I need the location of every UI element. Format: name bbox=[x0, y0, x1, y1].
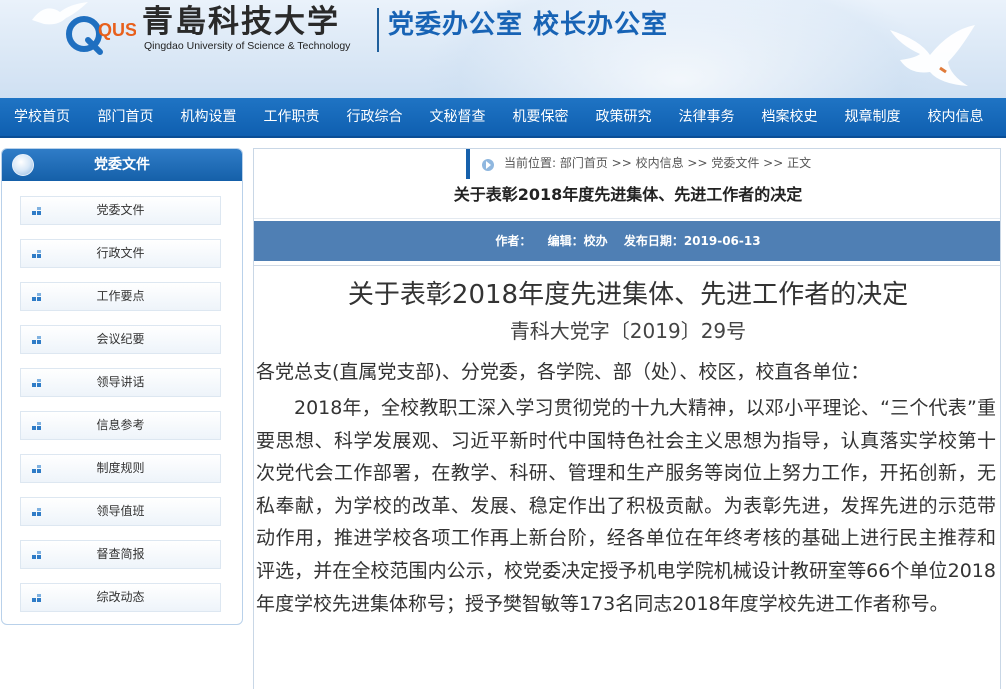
bullet-squares-icon bbox=[32, 508, 41, 516]
sidebar-item-label: 党委文件 bbox=[96, 203, 145, 217]
nav-item-home[interactable]: 学校首页 bbox=[0, 98, 84, 136]
site-header: QUST 青島科技大学 Qingdao University of Scienc… bbox=[0, 0, 1006, 98]
sidebar-item-speeches[interactable]: 领导讲话 bbox=[20, 368, 221, 397]
meta-date: 发布日期：2019-06-13 bbox=[623, 234, 761, 248]
nav-item-regulations[interactable]: 规章制度 bbox=[831, 98, 914, 136]
sidebar-item-work-points[interactable]: 工作要点 bbox=[20, 282, 221, 311]
breadcrumb-text[interactable]: 当前位置: 部门首页 >> 校内信息 >> 党委文件 >> 正文 bbox=[504, 156, 811, 170]
article-panel: 当前位置: 部门首页 >> 校内信息 >> 党委文件 >> 正文 关于表彰201… bbox=[253, 148, 1001, 689]
sidebar-item-label: 工作要点 bbox=[96, 289, 145, 303]
sidebar-item-label: 领导值班 bbox=[96, 504, 145, 518]
sidebar-item-inspection[interactable]: 督查简报 bbox=[20, 540, 221, 569]
sidebar-item-minutes[interactable]: 会议纪要 bbox=[20, 325, 221, 354]
bullet-squares-icon bbox=[32, 551, 41, 559]
sidebar-title: 党委文件 bbox=[94, 157, 150, 173]
sidebar-item-label: 制度规则 bbox=[96, 461, 145, 475]
sidebar-item-label: 领导讲话 bbox=[96, 375, 145, 389]
article-meta-bar: 作者： 编辑：校办 发布日期：2019-06-13 bbox=[254, 221, 1000, 261]
nav-item-duties[interactable]: 工作职责 bbox=[250, 98, 333, 136]
nav-item-secretary[interactable]: 文秘督查 bbox=[416, 98, 499, 136]
main-nav: 学校首页 部门首页 机构设置 工作职责 行政综合 文秘督查 机要保密 政策研究 … bbox=[0, 98, 1006, 138]
bullet-squares-icon bbox=[32, 207, 41, 215]
sidebar-item-info-ref[interactable]: 信息参考 bbox=[20, 411, 221, 440]
bullet-squares-icon bbox=[32, 250, 41, 258]
divider bbox=[254, 265, 1000, 266]
bullet-squares-icon bbox=[32, 293, 41, 301]
nav-item-legal[interactable]: 法律事务 bbox=[665, 98, 748, 136]
sidebar-list: 党委文件 行政文件 工作要点 会议纪要 领导讲话 信息参考 制度规则 领导值班 bbox=[2, 181, 242, 612]
nav-item-campus-info[interactable]: 校内信息 bbox=[914, 98, 997, 136]
breadcrumb: 当前位置: 部门首页 >> 校内信息 >> 党委文件 >> 正文 bbox=[464, 151, 811, 175]
sidebar-item-label: 督查简报 bbox=[96, 547, 145, 561]
school-name-cn: 青島科技大学 bbox=[142, 4, 340, 40]
bullet-squares-icon bbox=[32, 465, 41, 473]
nav-item-dept-home[interactable]: 部门首页 bbox=[84, 98, 167, 136]
meta-author: 作者： bbox=[495, 234, 532, 248]
nav-item-confidential[interactable]: 机要保密 bbox=[499, 98, 582, 136]
sidebar-item-duty-roster[interactable]: 领导值班 bbox=[20, 497, 221, 526]
department-title: 党委办公室 校长办公室 bbox=[388, 10, 669, 40]
sidebar-item-label: 信息参考 bbox=[96, 418, 145, 432]
header-divider bbox=[377, 8, 379, 52]
sidebar-item-rules[interactable]: 制度规则 bbox=[20, 454, 221, 483]
sidebar-item-party-docs[interactable]: 党委文件 bbox=[20, 196, 221, 225]
school-name-en: Qingdao University of Science & Technolo… bbox=[144, 40, 351, 52]
sidebar: 党委文件 党委文件 行政文件 工作要点 会议纪要 领导讲话 信息参考 制度规则 … bbox=[1, 148, 243, 625]
meta-editor: 编辑：校办 bbox=[547, 234, 608, 248]
bullet-squares-icon bbox=[32, 336, 41, 344]
sidebar-item-label: 会议纪要 bbox=[96, 332, 145, 346]
sidebar-item-reform[interactable]: 综改动态 bbox=[20, 583, 221, 612]
location-arrow-icon bbox=[482, 159, 494, 171]
logo-letters: QUST bbox=[98, 20, 136, 40]
school-logo-icon: QUST bbox=[66, 16, 136, 55]
nav-item-admin[interactable]: 行政综合 bbox=[333, 98, 416, 136]
sidebar-item-admin-docs[interactable]: 行政文件 bbox=[20, 239, 221, 268]
nav-item-policy[interactable]: 政策研究 bbox=[582, 98, 665, 136]
sidebar-item-label: 综改动态 bbox=[96, 590, 145, 604]
document-body: 2018年，全校教职工深入学习贯彻党的十九大精神，以邓小平理论、“三个代表”重要… bbox=[256, 397, 996, 615]
bullet-squares-icon bbox=[32, 379, 41, 387]
dove-icon bbox=[890, 25, 975, 86]
sidebar-item-label: 行政文件 bbox=[96, 246, 145, 260]
document-salutation: 各党总支(直属党支部)、分党委，各学院、部（处）、校区，校直各单位： bbox=[256, 361, 870, 383]
document-title: 关于表彰2018年度先进集体、先进工作者的决定 bbox=[347, 280, 909, 310]
bullet-squares-icon bbox=[32, 422, 41, 430]
sidebar-header: 党委文件 bbox=[2, 149, 242, 181]
bullet-squares-icon bbox=[32, 594, 41, 602]
nav-item-structure[interactable]: 机构设置 bbox=[167, 98, 250, 136]
document-icon bbox=[12, 154, 34, 176]
document-number: 青科大党字〔2019〕29号 bbox=[509, 319, 747, 343]
article-header-title: 关于表彰2018年度先进集体、先进工作者的决定 bbox=[254, 179, 1000, 219]
nav-item-archives[interactable]: 档案校史 bbox=[748, 98, 831, 136]
